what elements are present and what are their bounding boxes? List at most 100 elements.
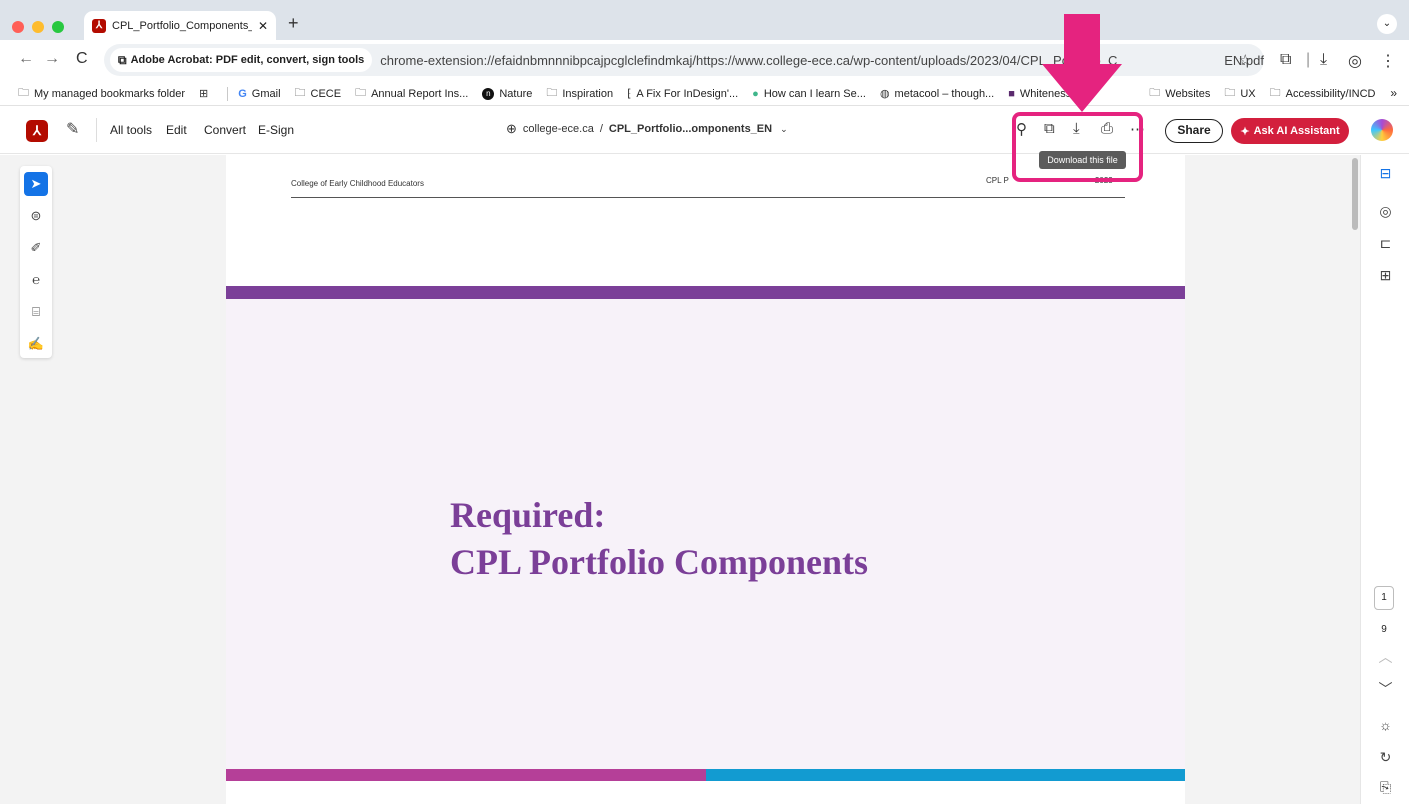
globe-icon: ◍ <box>879 88 890 100</box>
bookmark-managed-folder[interactable]: 🗀 My managed bookmarks folder <box>18 84 185 103</box>
page-view-settings-icon[interactable]: ☼ <box>1361 717 1409 733</box>
folder-icon: 🗀 <box>1224 87 1236 99</box>
bookmark-annual-report[interactable]: 🗀 Annual Report Ins... <box>355 84 468 103</box>
ask-ai-assistant-button[interactable]: ✦ Ask AI Assistant <box>1231 118 1349 144</box>
bookmark-star-icon[interactable]: ☆ <box>1239 51 1252 69</box>
bookmarks-divider <box>227 86 229 101</box>
bookmark-ux[interactable]: 🗀 UX <box>1224 84 1255 103</box>
draw-lasso-icon[interactable]: ℮ <box>24 268 48 292</box>
bookmark-metacool[interactable]: ◍ metacool – though... <box>879 87 994 101</box>
bookmark-indesign[interactable]: ⁅ A Fix For InDesign'... <box>627 87 739 101</box>
previous-page-icon[interactable]: ︿ <box>1361 647 1409 667</box>
menu-all-tools[interactable]: All tools <box>110 123 152 137</box>
ai-summary-icon[interactable]: ⊟ <box>1361 165 1409 182</box>
folder-icon: 🗀 <box>1149 87 1161 99</box>
new-tab-button[interactable]: + <box>288 13 299 34</box>
bookmark-label: Gmail <box>251 87 281 100</box>
generative-tools-icon[interactable]: ✎ <box>66 119 79 139</box>
tab-search-chevron-icon[interactable]: ⌄ <box>1377 14 1397 34</box>
comments-panel-icon[interactable]: ◎ <box>1361 203 1409 220</box>
tab-title: CPL_Portfolio_Components_ <box>112 19 252 32</box>
next-page-icon[interactable]: ﹀ <box>1361 679 1409 699</box>
rotate-icon[interactable]: ↻ <box>1361 749 1409 766</box>
highlight-pen-icon[interactable]: ✐ <box>24 236 48 260</box>
bookmark-label: Annual Report Ins... <box>371 87 469 100</box>
title-line-2: CPL Portfolio Components <box>450 542 868 582</box>
more-menu-icon[interactable]: ⋮ <box>1380 51 1396 71</box>
toolbar-divider: | <box>1306 51 1311 68</box>
title-line-1: Required: <box>450 495 606 535</box>
maximize-window-button[interactable] <box>52 21 64 33</box>
bookmark-nature[interactable]: n Nature <box>482 87 533 100</box>
tab-close-icon[interactable]: ✕ <box>258 19 268 33</box>
menu-e-sign[interactable]: E-Sign <box>258 123 294 137</box>
browser-tab[interactable]: ⅄ CPL_Portfolio_Components_ ✕ <box>84 11 276 40</box>
doc-name: CPL_Portfolio...omponents_EN <box>608 123 773 135</box>
sign-icon[interactable]: ✍ <box>24 332 48 356</box>
path-separator: / <box>599 123 603 135</box>
current-page-input[interactable]: 1 <box>1374 586 1394 610</box>
page-tools-icon[interactable]: ⎘ <box>1361 779 1409 796</box>
quick-tools-rail: ➤ ⊜ ✐ ℮ ⌸ ✍ <box>20 166 52 358</box>
apps-grid-icon: ⊞ <box>199 88 209 100</box>
header-rule <box>291 197 1125 198</box>
site-info-chip[interactable]: ⧉ Adobe Acrobat: PDF edit, convert, sign… <box>110 48 373 72</box>
nature-icon: n <box>482 87 495 100</box>
back-arrow-icon[interactable]: ← <box>18 50 34 68</box>
reload-icon[interactable]: C <box>76 50 88 68</box>
extension-puzzle-icon: ⧉ <box>118 52 127 67</box>
bookmark-label: How can I learn Se... <box>763 87 866 100</box>
bookmark-websites[interactable]: 🗀 Websites <box>1149 84 1210 103</box>
acrobat-logo-icon[interactable]: ⅄ <box>26 120 48 142</box>
thumbnails-grid-icon[interactable]: ⊞ <box>1361 267 1409 284</box>
acrobat-favicon-icon: ⅄ <box>92 18 106 33</box>
folder-icon: 🗀 <box>1269 87 1281 99</box>
chevron-down-icon: ⌄ <box>780 123 788 134</box>
bookmark-label: Inspiration <box>562 87 614 100</box>
bookmarks-panel-icon[interactable]: ⊏ <box>1361 235 1409 252</box>
avatar[interactable] <box>1371 119 1393 141</box>
callout-highlight-box <box>1012 112 1143 182</box>
folder-icon: 🗀 <box>294 87 306 99</box>
ask-ai-label: Ask AI Assistant <box>1253 125 1340 137</box>
bookmark-inspiration[interactable]: 🗀 Inspiration <box>546 84 613 103</box>
total-pages: 9 <box>1381 624 1387 635</box>
toolbar-divider <box>96 118 97 142</box>
scrollbar-thumb[interactable] <box>1352 158 1358 230</box>
dot-icon: ● <box>752 87 759 100</box>
bookmark-learn[interactable]: ● How can I learn Se... <box>752 88 866 100</box>
more-bookmarks-button[interactable]: » <box>1390 86 1397 100</box>
site-chip-label: Adobe Acrobat: PDF edit, convert, sign t… <box>130 54 365 66</box>
apps-button[interactable]: ⊞ <box>199 87 213 100</box>
profile-icon[interactable]: ◎ <box>1348 51 1362 71</box>
square-icon: ■ <box>1008 87 1015 100</box>
document-path[interactable]: ⊕ college-ece.ca / CPL_Portfolio...ompon… <box>506 121 788 137</box>
bookmarks-bar: 🗀 My managed bookmarks folder ⊞ G Gmail 🗀 C… <box>0 82 1409 106</box>
forward-arrow-icon[interactable]: → <box>44 50 60 68</box>
page-header-title-start: CPL P <box>986 176 1009 185</box>
comment-icon[interactable]: ⊜ <box>24 204 48 228</box>
close-window-button[interactable] <box>12 21 24 33</box>
share-button[interactable]: Share <box>1165 119 1223 143</box>
downloads-icon[interactable]: ⤓ <box>1320 51 1327 69</box>
doc-domain: college-ece.ca <box>522 123 594 135</box>
menu-convert[interactable]: Convert <box>204 123 246 137</box>
minimize-window-button[interactable] <box>32 21 44 33</box>
bookmark-gmail[interactable]: G Gmail <box>238 88 280 100</box>
right-side-panel: ⊟ ◎ ⊏ ⊞ ︿ ﹀ ☼ ↻ ⎘ <box>1360 155 1409 804</box>
document-title: Required: CPL Portfolio Components <box>450 492 868 586</box>
callout-arrow-icon <box>1042 14 1122 112</box>
pdf-page: College of Early Childhood Educators CPL… <box>226 155 1185 804</box>
google-icon: G <box>238 87 247 100</box>
folder-icon: 🗀 <box>355 87 367 99</box>
bookmark-label: A Fix For InDesign'... <box>636 87 739 100</box>
menu-edit[interactable]: Edit <box>166 123 187 137</box>
bookmark-accessibility[interactable]: 🗀 Accessibility/INCD <box>1270 84 1376 103</box>
globe-icon: ⊕ <box>506 121 517 136</box>
bookmark-label: Nature <box>499 87 533 100</box>
extensions-icon[interactable]: ⧉ <box>1280 51 1291 69</box>
bookmark-cece[interactable]: 🗀 CECE <box>295 84 342 103</box>
select-cursor-icon[interactable]: ➤ <box>24 172 48 196</box>
text-box-icon[interactable]: ⌸ <box>24 300 48 324</box>
purple-band <box>226 286 1185 299</box>
